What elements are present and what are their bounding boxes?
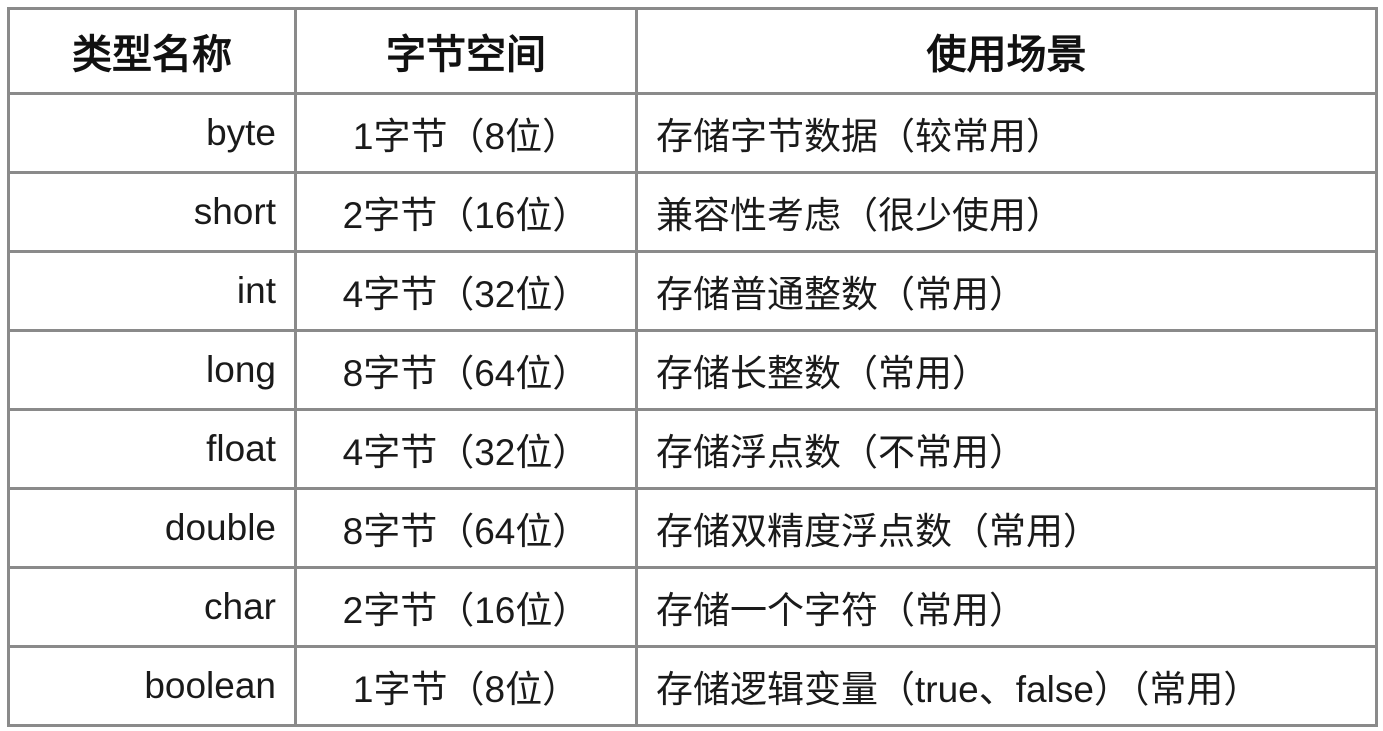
type-name-cell: short — [7, 171, 297, 253]
byte-space-cell: 2字节（16位） — [294, 566, 638, 648]
byte-space-cell: 2字节（16位） — [294, 171, 638, 253]
table-row: long 8字节（64位） 存储长整数（常用） — [7, 329, 1378, 411]
type-name-cell: boolean — [7, 645, 297, 727]
type-name-cell: char — [7, 566, 297, 648]
type-name-cell: double — [7, 487, 297, 569]
usage-cell: 存储长整数（常用） — [635, 329, 1378, 411]
byte-space-cell: 1字节（8位） — [294, 645, 638, 727]
type-name-cell: long — [7, 329, 297, 411]
header-byte-space: 字节空间 — [294, 7, 638, 95]
table-row: char 2字节（16位） 存储一个字符（常用） — [7, 566, 1378, 648]
data-types-table: 类型名称 字节空间 使用场景 byte 1字节（8位） 存储字节数据（较常用） sho… — [7, 7, 1378, 727]
usage-cell: 存储逻辑变量（true、false）（常用） — [635, 645, 1378, 727]
usage-cell: 存储双精度浮点数（常用） — [635, 487, 1378, 569]
table-row: int 4字节（32位） 存储普通整数（常用） — [7, 250, 1378, 332]
type-name-cell: float — [7, 408, 297, 490]
type-name-cell: int — [7, 250, 297, 332]
type-name-cell: byte — [7, 92, 297, 174]
usage-cell: 存储一个字符（常用） — [635, 566, 1378, 648]
usage-cell: 存储浮点数（不常用） — [635, 408, 1378, 490]
header-usage: 使用场景 — [635, 7, 1378, 95]
table-row: boolean 1字节（8位） 存储逻辑变量（true、false）（常用） — [7, 645, 1378, 727]
table-row: double 8字节（64位） 存储双精度浮点数（常用） — [7, 487, 1378, 569]
usage-cell: 存储字节数据（较常用） — [635, 92, 1378, 174]
table-row: float 4字节（32位） 存储浮点数（不常用） — [7, 408, 1378, 490]
byte-space-cell: 1字节（8位） — [294, 92, 638, 174]
table-row: short 2字节（16位） 兼容性考虑（很少使用） — [7, 171, 1378, 253]
byte-space-cell: 4字节（32位） — [294, 408, 638, 490]
byte-space-cell: 8字节（64位） — [294, 329, 638, 411]
header-type-name: 类型名称 — [7, 7, 297, 95]
usage-cell: 存储普通整数（常用） — [635, 250, 1378, 332]
table-row: byte 1字节（8位） 存储字节数据（较常用） — [7, 92, 1378, 174]
header-row: 类型名称 字节空间 使用场景 — [7, 7, 1378, 95]
usage-cell: 兼容性考虑（很少使用） — [635, 171, 1378, 253]
byte-space-cell: 8字节（64位） — [294, 487, 638, 569]
byte-space-cell: 4字节（32位） — [294, 250, 638, 332]
